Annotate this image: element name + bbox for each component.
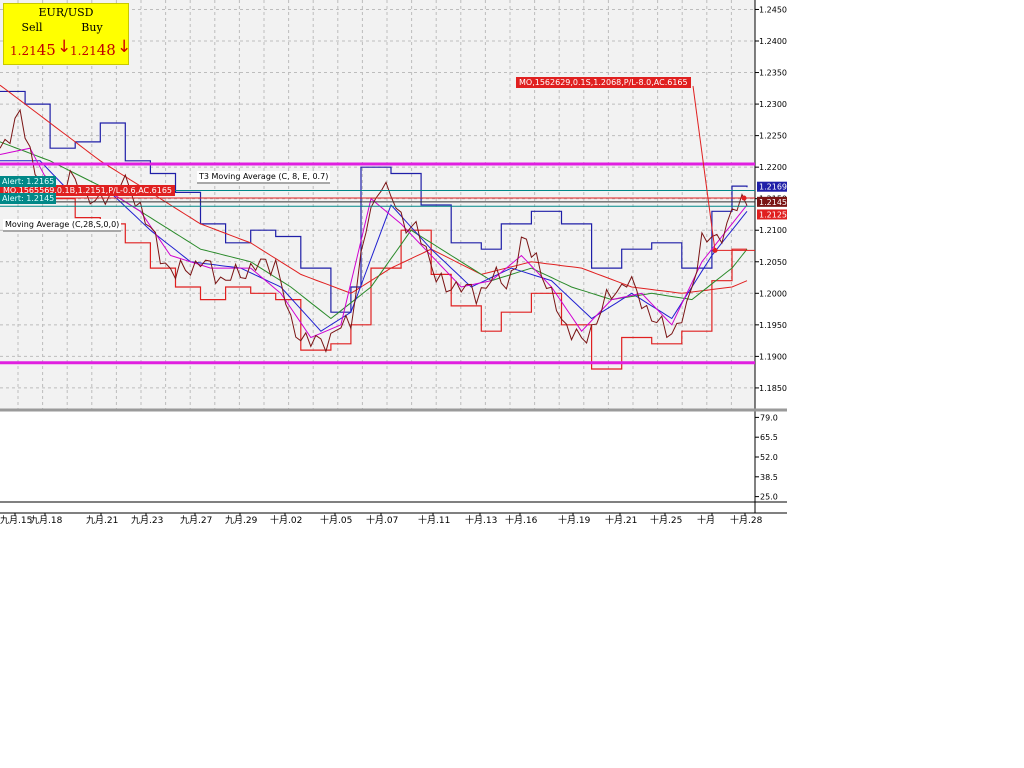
price-badge-label: 1.2145 — [759, 198, 787, 207]
x-tick-label: 十月.02 — [270, 514, 302, 526]
indicator-tick-label: 38.5 — [760, 473, 778, 482]
buy-button[interactable]: Buy 1.2148 ↓ — [68, 19, 131, 62]
y-tick-label: 1.1950 — [759, 321, 787, 330]
y-tick-label: 1.2400 — [759, 37, 787, 46]
x-tick-label: 十月.11 — [418, 514, 450, 526]
y-tick-label: 1.2350 — [759, 69, 787, 78]
x-tick-label: 九月.27 — [180, 515, 212, 526]
y-tick-label: 1.1900 — [759, 352, 787, 361]
buy-price: 1.2148 — [70, 41, 116, 59]
sell-label: Sell — [21, 21, 43, 34]
y-tick-label: 1.2250 — [759, 132, 787, 141]
x-tick-label: 九月.29 — [225, 515, 258, 526]
y-tick-label: 1.2200 — [759, 163, 787, 172]
chart-canvas[interactable]: 1.2450 1.2400 1.2350 1.2300 1.2250 1.2200 1.21… — [0, 0, 1024, 768]
moving-average-label[interactable]: Moving Average (C,28,S,0,0) — [3, 219, 122, 232]
alert-label-bottom[interactable]: Alert: 1.2145 — [0, 193, 57, 204]
x-tick-label: 九月.18 — [30, 515, 63, 526]
indicator-tick-label: 25.0 — [760, 493, 778, 502]
sell-button[interactable]: Sell 1.2145 ↓ — [8, 19, 71, 62]
indicator-tick-label: 79.0 — [760, 413, 778, 422]
trading-chart-window: 1.2450 1.2400 1.2350 1.2300 1.2250 1.2200 1.21… — [0, 0, 1024, 768]
x-tick-label: 十月.16 — [505, 514, 538, 526]
indicator-tick-label: 65.5 — [760, 433, 778, 442]
price-badge-label: 1.2125 — [759, 210, 787, 219]
order-annotation-top[interactable]: MO,1562629,0.1S,1.2068,P/L-8.0,AC.6165 — [516, 77, 691, 88]
y-tick-label: 1.2450 — [759, 5, 787, 14]
x-tick-label: 十月.19 — [558, 514, 591, 526]
quote-panel: EUR/USD Sell 1.2145 ↓ Buy 1.2148 ↓ — [3, 3, 131, 65]
order-marker — [712, 247, 718, 253]
x-tick-label: 十月.13 — [465, 514, 497, 526]
y-tick-label: 1.2300 — [759, 100, 787, 109]
t3-moving-average-label[interactable]: T3 Moving Average (C, 8, E, 0.7) — [197, 171, 331, 184]
currency-pair-label: EUR/USD — [38, 6, 94, 19]
order-marker — [741, 195, 747, 201]
x-tick-label: 十月.07 — [366, 514, 398, 526]
x-tick-label: 十月.28 — [730, 514, 763, 526]
y-tick-label: 1.2000 — [759, 289, 787, 298]
x-tick-label: 十月.25 — [650, 514, 682, 526]
x-tick-label: 十月.05 — [320, 514, 352, 526]
y-tick-label: 1.2100 — [759, 226, 787, 235]
x-tick-label: 九月.23 — [131, 515, 163, 526]
x-tick-label: 九月.21 — [86, 515, 118, 526]
indicator-plot-area — [0, 413, 755, 501]
buy-label: Buy — [81, 21, 103, 34]
indicator-tick-label: 52.0 — [760, 453, 778, 462]
x-tick-label: 十月.21 — [605, 514, 637, 526]
sell-price: 1.2145 — [10, 41, 56, 59]
arrow-down-icon: ↓ — [117, 37, 132, 57]
alert-label-top[interactable]: Alert: 1.2165 — [0, 176, 57, 187]
y-tick-label: 1.2050 — [759, 258, 787, 267]
y-tick-label: 1.1850 — [759, 384, 787, 393]
price-badge-label: 1.2169 — [759, 183, 787, 192]
x-tick-label: 九月.15 — [0, 515, 32, 526]
